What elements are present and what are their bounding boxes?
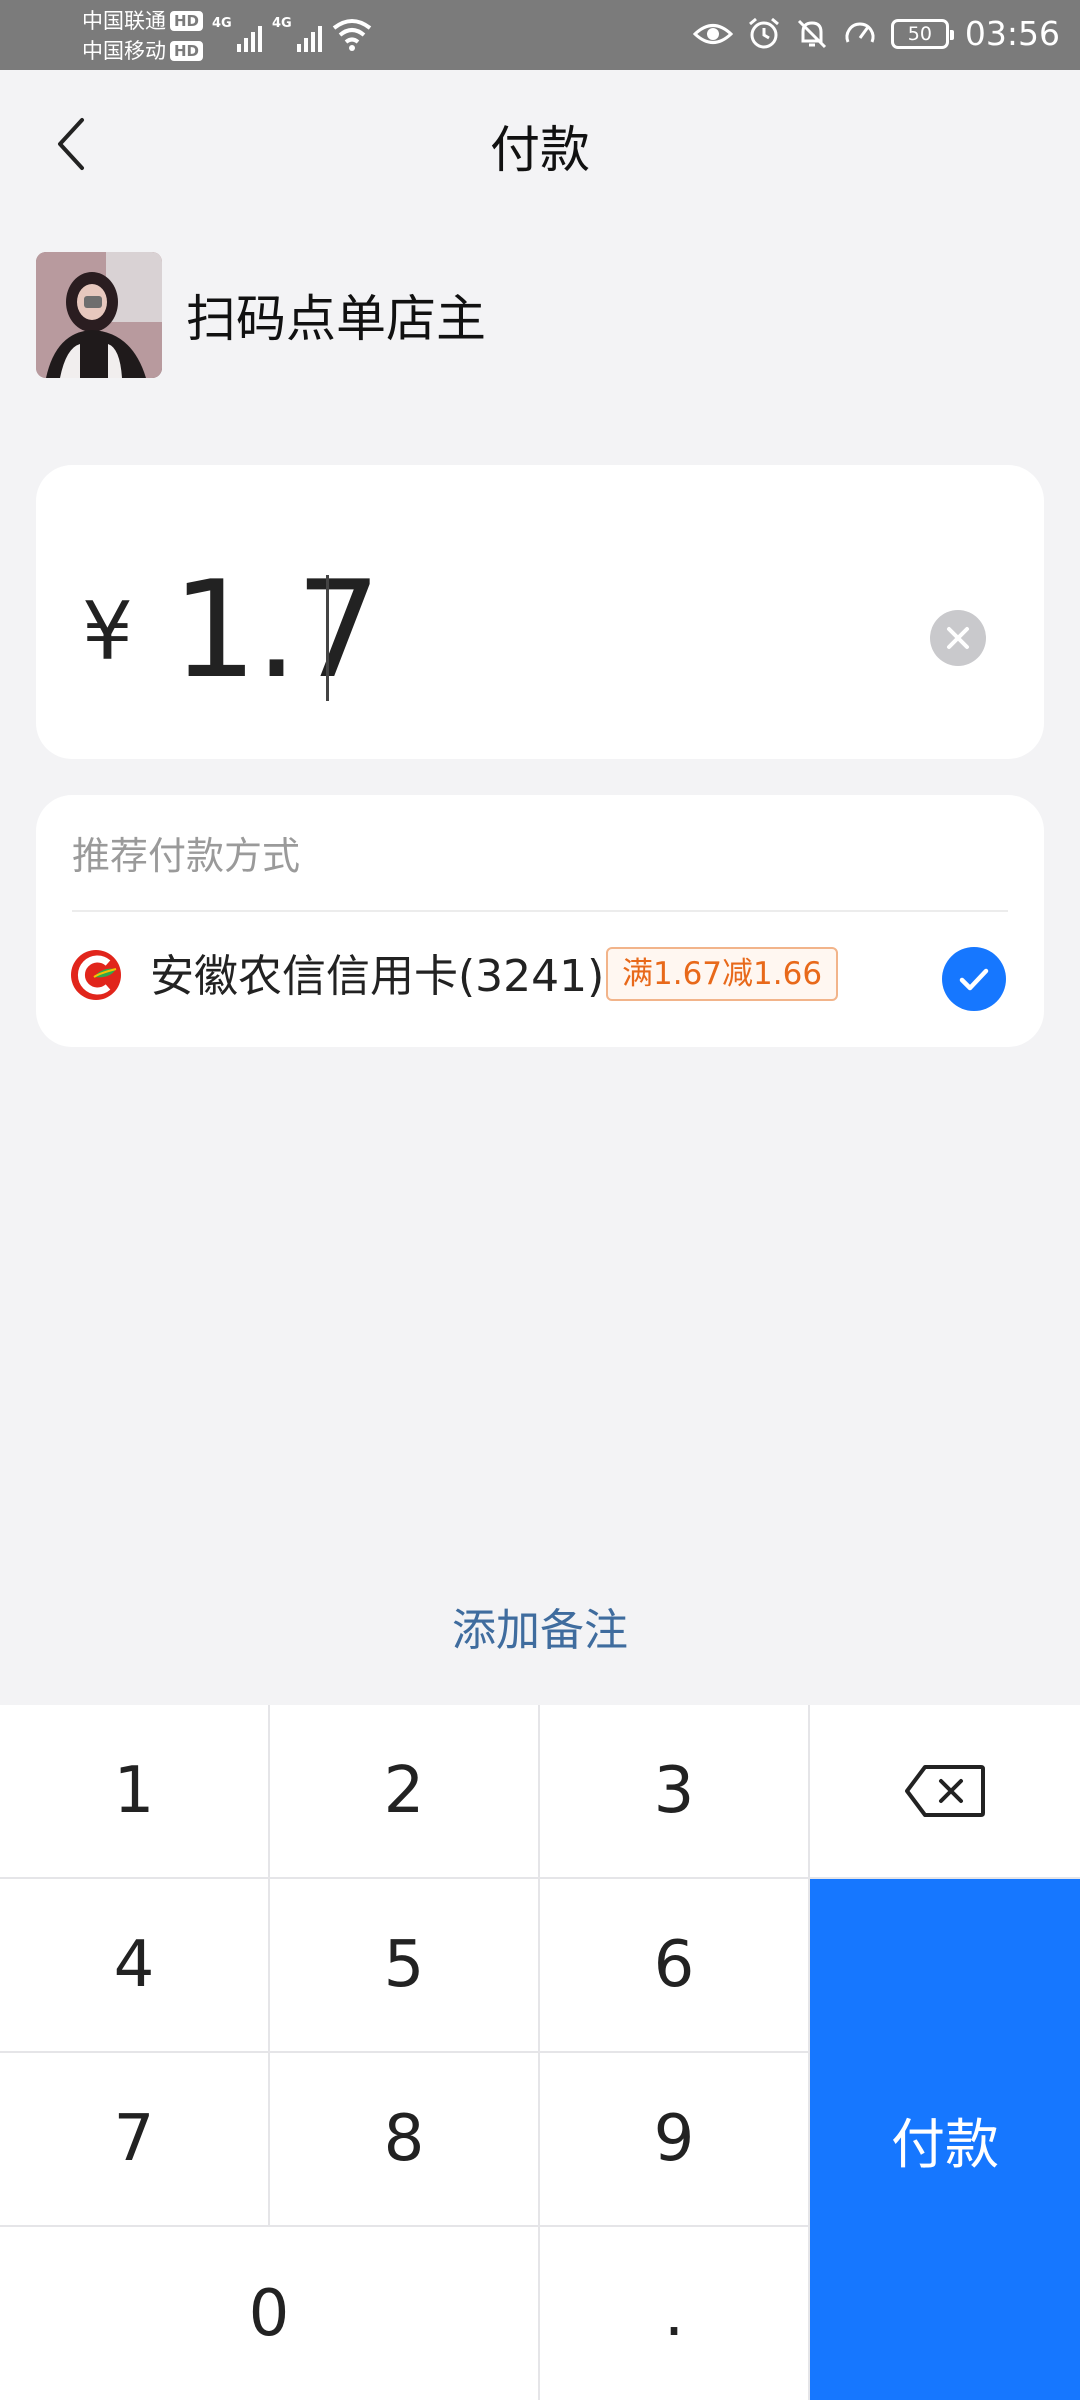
key-0[interactable]: 0 <box>0 2227 538 2400</box>
key-4[interactable]: 4 <box>0 1879 268 2051</box>
clear-amount-button[interactable] <box>930 610 986 666</box>
divider <box>72 910 1008 912</box>
merchant-name: 扫码点单店主 <box>186 290 486 348</box>
key-9[interactable]: 9 <box>540 2053 808 2225</box>
network-1-label: 4G <box>212 16 232 31</box>
payment-method-name: 安徽农信信用卡(3241) <box>150 951 605 1002</box>
backspace-button[interactable] <box>810 1705 1080 1877</box>
promo-badge: 满1.67减1.66 <box>606 947 839 1001</box>
signal-1-icon: 4G <box>212 14 262 52</box>
merchant-info: 扫码点单店主 <box>36 252 486 378</box>
carrier-info: 中国联通 HD 中国移动 HD <box>82 6 204 66</box>
text-cursor <box>326 575 329 701</box>
backspace-icon <box>905 1765 985 1817</box>
speedometer-icon <box>845 22 875 43</box>
carrier-2-name: 中国移动 <box>82 39 166 63</box>
status-bar: 中国联通 HD 中国移动 HD 4G 4G 50 03:56 <box>0 0 1080 70</box>
key-7[interactable]: 7 <box>0 2053 268 2225</box>
key-8[interactable]: 8 <box>270 2053 538 2225</box>
eye-icon <box>692 23 733 44</box>
battery-indicator: 50 <box>890 18 954 49</box>
merchant-avatar <box>36 252 162 378</box>
payment-section-title: 推荐付款方式 <box>72 834 301 878</box>
network-2-label: 4G <box>272 16 292 31</box>
amount-input[interactable]: 1.7 <box>172 555 381 705</box>
payment-method-card: 推荐付款方式 安徽农信信用卡(3241) 满1.67减1.66 <box>36 795 1044 1047</box>
hd-badge: HD <box>170 11 204 31</box>
key-decimal[interactable]: . <box>540 2227 808 2400</box>
add-note-link[interactable]: 添加备注 <box>0 1594 1080 1658</box>
selected-check[interactable] <box>942 947 1006 1011</box>
key-1[interactable]: 1 <box>0 1705 268 1877</box>
bell-muted-icon <box>797 19 826 48</box>
hd-badge: HD <box>170 41 204 61</box>
wifi-icon <box>332 19 372 51</box>
payment-method-row[interactable]: 安徽农信信用卡(3241) 满1.67减1.66 <box>36 913 1044 1047</box>
checkmark-icon <box>959 968 989 991</box>
carrier-1: 中国联通 HD <box>82 6 204 36</box>
carrier-2: 中国移动 HD <box>82 36 204 66</box>
status-time: 03:56 <box>964 14 1060 53</box>
pay-button[interactable]: 付款 <box>810 1879 1080 2400</box>
key-6[interactable]: 6 <box>540 1879 808 2051</box>
alarm-icon <box>748 17 779 48</box>
nav-bar: 付款 <box>0 70 1080 220</box>
key-3[interactable]: 3 <box>540 1705 808 1877</box>
page-title: 付款 <box>490 121 590 179</box>
carrier-1-name: 中国联通 <box>82 9 166 33</box>
currency-symbol: ¥ <box>82 585 133 678</box>
status-right-icons: 50 03:56 <box>692 14 1060 53</box>
bank-logo-icon <box>71 950 121 1000</box>
key-5[interactable]: 5 <box>270 1879 538 2051</box>
key-2[interactable]: 2 <box>270 1705 538 1877</box>
amount-card[interactable]: ¥ 1.7 <box>36 465 1044 759</box>
signal-2-icon: 4G <box>272 14 322 52</box>
signal-indicators: 4G 4G <box>212 14 372 52</box>
close-icon <box>947 627 969 649</box>
numeric-keypad: 1 2 3 4 5 6 7 8 9 0 . 付款 <box>0 1705 1080 2400</box>
